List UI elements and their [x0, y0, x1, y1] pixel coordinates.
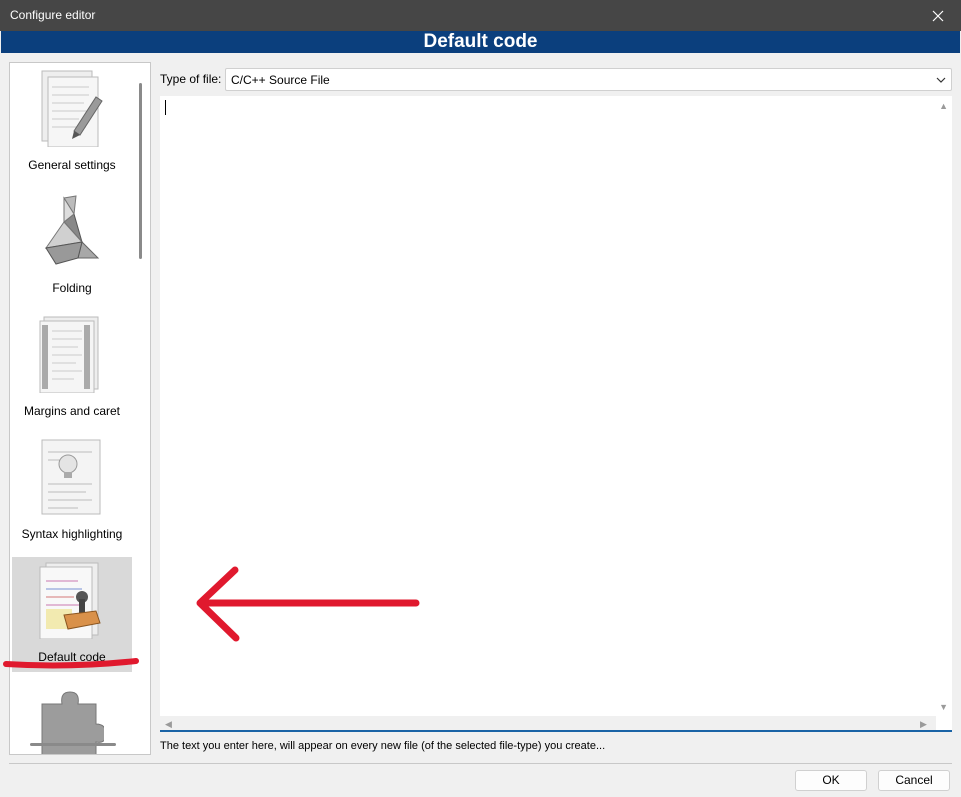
sidebar-item-label: Margins and caret — [23, 404, 121, 418]
sidebar-item-folding[interactable]: Folding — [12, 188, 132, 303]
text-caret — [165, 100, 166, 115]
sidebar-item-label: Syntax highlighting — [21, 527, 123, 541]
scroll-down-arrow-icon[interactable]: ▼ — [939, 702, 948, 712]
title-bar: Configure editor — [0, 0, 961, 31]
file-type-dropdown[interactable]: C/C++ Source File — [225, 68, 952, 91]
cancel-button[interactable]: Cancel — [878, 770, 950, 791]
file-type-value: C/C++ Source File — [231, 73, 330, 87]
sidebar-item-label: Folding — [52, 281, 92, 295]
close-icon — [932, 10, 944, 21]
section-banner: Default code — [1, 31, 960, 53]
sidebar-item-label: General settings — [28, 158, 116, 172]
scroll-up-arrow-icon[interactable]: ▲ — [939, 101, 948, 111]
stamp-document-icon — [39, 562, 101, 639]
sidebar-horizontal-scrollbar[interactable] — [30, 743, 116, 746]
default-code-editor[interactable]: ▲ ▼ ◀ ▶ — [160, 96, 952, 732]
footer-separator — [9, 763, 952, 764]
sidebar-item-default-code[interactable]: Default code — [12, 557, 132, 672]
sidebar-item-syntax-highlighting[interactable]: Syntax highlighting — [12, 434, 132, 549]
window-title: Configure editor — [10, 8, 96, 22]
scroll-right-arrow-icon[interactable]: ▶ — [920, 719, 927, 729]
origami-bird-icon — [44, 195, 100, 265]
editor-bottom-accent-line — [160, 730, 952, 732]
chevron-down-icon — [936, 77, 946, 83]
sidebar-item-label: Default code — [38, 650, 106, 664]
scroll-left-arrow-icon[interactable]: ◀ — [165, 719, 172, 729]
sidebar-item-general-settings[interactable]: General settings — [12, 65, 132, 180]
close-button[interactable] — [915, 0, 961, 31]
file-type-label: Type of file: — [160, 72, 222, 86]
editor-horizontal-scrollbar[interactable] — [160, 716, 936, 730]
hint-text: The text you enter here, will appear on … — [160, 740, 606, 752]
ruled-document-icon — [39, 316, 99, 393]
sidebar-item-margins-and-caret[interactable]: Margins and caret — [12, 311, 132, 426]
ok-button[interactable]: OK — [795, 770, 867, 791]
pencil-document-icon — [41, 70, 103, 147]
bulb-document-icon — [41, 439, 101, 515]
sidebar: General settings Folding Margins and car… — [9, 62, 151, 755]
sidebar-vertical-scrollbar[interactable] — [139, 83, 142, 259]
